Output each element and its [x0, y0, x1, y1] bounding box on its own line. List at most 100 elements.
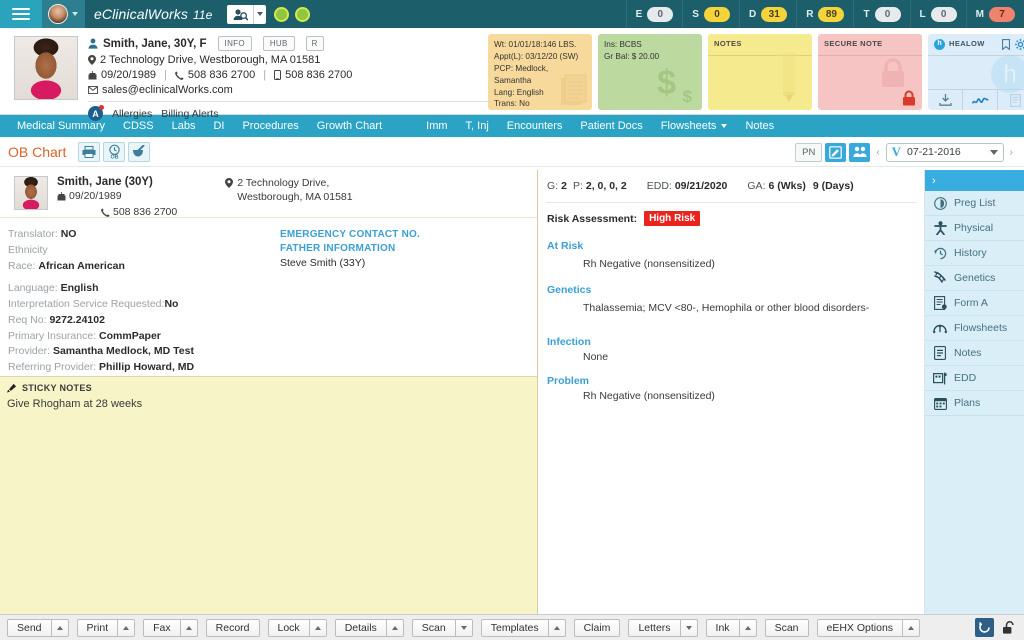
scan2-button[interactable]: Scan — [765, 619, 809, 637]
send-button[interactable]: Send — [7, 619, 51, 637]
claim-button[interactable]: Claim — [574, 619, 621, 637]
bookmark-icon[interactable] — [1002, 39, 1010, 50]
details-button[interactable]: Details — [335, 619, 386, 637]
sidebar-item-label: EDD — [954, 372, 976, 384]
details-button-group: Details — [335, 619, 404, 637]
hamburger-menu-icon[interactable] — [0, 0, 42, 28]
details-dropdown-button[interactable] — [386, 619, 404, 637]
previous-date-arrow[interactable]: ‹ — [873, 147, 882, 158]
sidebar-item-flowsheets[interactable]: Flowsheets — [925, 316, 1024, 341]
patient-name-row: Smith, Jane, 30Y, F INFO HUB R — [88, 36, 488, 51]
nav-item-flowsheets[interactable]: Flowsheets — [652, 115, 737, 137]
sticky-notes-body[interactable]: Give Rhogham at 28 weeks — [7, 398, 537, 410]
letters-button[interactable]: Letters — [628, 619, 679, 637]
pn-button[interactable]: PN — [795, 143, 822, 162]
nav-item-patient-docs[interactable]: Patient Docs — [571, 115, 651, 137]
fax-dropdown-button[interactable] — [180, 619, 198, 637]
lock-dropdown-button[interactable] — [309, 619, 327, 637]
form-icon — [933, 296, 947, 310]
healow-docs-button[interactable] — [998, 90, 1024, 110]
send-dropdown-button[interactable] — [51, 619, 69, 637]
counter-D[interactable]: D 31 — [739, 0, 796, 28]
secure-note-card[interactable]: SECURE NOTE — [818, 34, 922, 110]
scan-dropdown-button[interactable] — [455, 619, 473, 637]
healow-trend-button[interactable] — [963, 90, 998, 110]
print-dropdown-button[interactable] — [117, 619, 135, 637]
counter-T[interactable]: T 0 — [853, 0, 909, 28]
sidebar-item-physical[interactable]: Physical — [925, 216, 1024, 241]
counter-S[interactable]: S 0 — [682, 0, 739, 28]
visit-date-selector[interactable]: V 07-21-2016 — [886, 143, 1004, 162]
notes-card[interactable]: NOTES — [708, 34, 812, 110]
patient-search-dropdown-icon[interactable] — [253, 5, 266, 24]
sidebar-item-genetics[interactable]: Genetics — [925, 266, 1024, 291]
unlock-icon[interactable] — [1002, 621, 1017, 635]
sidebar-item-preg-list[interactable]: Preg List — [925, 191, 1024, 216]
provider-row: Provider: Samantha Medlock, MD Test — [8, 344, 280, 360]
insurance-balance: Gr Bal: $ 20.00 — [604, 51, 696, 63]
billing-alerts-link[interactable]: Billing Alerts — [161, 108, 218, 120]
rail-expand-button[interactable]: › — [925, 170, 1024, 191]
patient-search-button[interactable] — [227, 5, 266, 24]
record-button[interactable]: Record — [206, 619, 260, 637]
language-label: Language: — [8, 282, 58, 294]
sidebar-item-history[interactable]: History — [925, 241, 1024, 266]
healow-card[interactable]: h HEALOW h — [928, 34, 1024, 110]
scan-button[interactable]: Scan — [412, 619, 455, 637]
insurance-card[interactable]: Ins: BCBS Gr Bal: $ 20.00 $ $ — [598, 34, 702, 110]
referring-provider-value: Phillip Howard, MD — [99, 361, 194, 373]
sidebar-item-form-a[interactable]: Form A — [925, 291, 1024, 316]
people-icon[interactable] — [849, 143, 870, 162]
counter-E[interactable]: E 0 — [626, 0, 683, 28]
app-brand-title: eClinicalWorks11e — [85, 6, 219, 22]
print-icon[interactable] — [78, 142, 100, 162]
translator-label: Translator: — [8, 228, 58, 240]
green-status-dot-1[interactable] — [274, 7, 289, 22]
r-button[interactable]: R — [306, 36, 324, 51]
green-status-dot-2[interactable] — [295, 7, 310, 22]
location-pin-icon — [88, 55, 96, 65]
nav-item-notes[interactable]: Notes — [736, 115, 783, 137]
eehx-options-dropdown-button[interactable] — [902, 619, 920, 637]
print-button[interactable]: Print — [77, 619, 118, 637]
lock-button[interactable]: Lock — [268, 619, 309, 637]
ink-dropdown-button[interactable] — [739, 619, 757, 637]
letters-dropdown-button[interactable] — [680, 619, 698, 637]
counter-M[interactable]: M 7 — [966, 0, 1024, 28]
eehx-options-button[interactable]: eEHX Options — [817, 619, 903, 637]
nav-item-encounters[interactable]: Encounters — [498, 115, 572, 137]
allergies-link[interactable]: Allergies — [112, 108, 152, 120]
counter-L[interactable]: L 0 — [910, 0, 966, 28]
user-account-menu[interactable] — [42, 0, 85, 28]
edd-label: EDD: — [647, 180, 672, 192]
sidebar-item-notes[interactable]: Notes — [925, 341, 1024, 366]
chevron-down-icon — [990, 150, 998, 155]
sidebar-item-plans[interactable]: Plans — [925, 391, 1024, 416]
ink-button[interactable]: Ink — [706, 619, 739, 637]
counter-R[interactable]: R 89 — [796, 0, 853, 28]
fax-button[interactable]: Fax — [143, 619, 180, 637]
sidebar-item-edd[interactable]: EDD — [925, 366, 1024, 391]
calendar-flag-icon — [933, 371, 947, 385]
father-information-title[interactable]: FATHER INFORMATION — [280, 242, 420, 256]
dollar-icon: $ — [657, 59, 676, 108]
mortar-pestle-icon[interactable] — [128, 142, 150, 162]
templates-dropdown-button[interactable] — [548, 619, 566, 637]
allergy-alert-icon[interactable]: A — [88, 106, 103, 121]
vitals-card[interactable]: Wt: 01/01/18:146 LBS. Appt(L): 03/12/20 … — [488, 34, 592, 110]
edit-note-icon[interactable] — [825, 143, 846, 162]
infection-section: Infection None — [538, 314, 924, 363]
templates-button[interactable]: Templates — [481, 619, 548, 637]
gear-icon[interactable] — [1015, 39, 1024, 50]
ob-clock-icon[interactable]: OB — [103, 142, 125, 162]
healow-download-button[interactable] — [928, 90, 963, 110]
risk-assessment-row: Risk Assessment: High Risk — [538, 203, 924, 226]
chevron-up-icon — [315, 626, 321, 630]
next-date-arrow[interactable]: › — [1007, 147, 1016, 158]
info-button[interactable]: INFO — [218, 36, 252, 51]
refresh-icon[interactable] — [975, 618, 994, 637]
hub-button[interactable]: HUB — [263, 36, 295, 51]
emergency-contact-title[interactable]: EMERGENCY CONTACT NO. — [280, 228, 420, 242]
interpretation-value: No — [164, 298, 178, 310]
patient-address-line2: Westborough, MA 01581 — [237, 190, 352, 204]
